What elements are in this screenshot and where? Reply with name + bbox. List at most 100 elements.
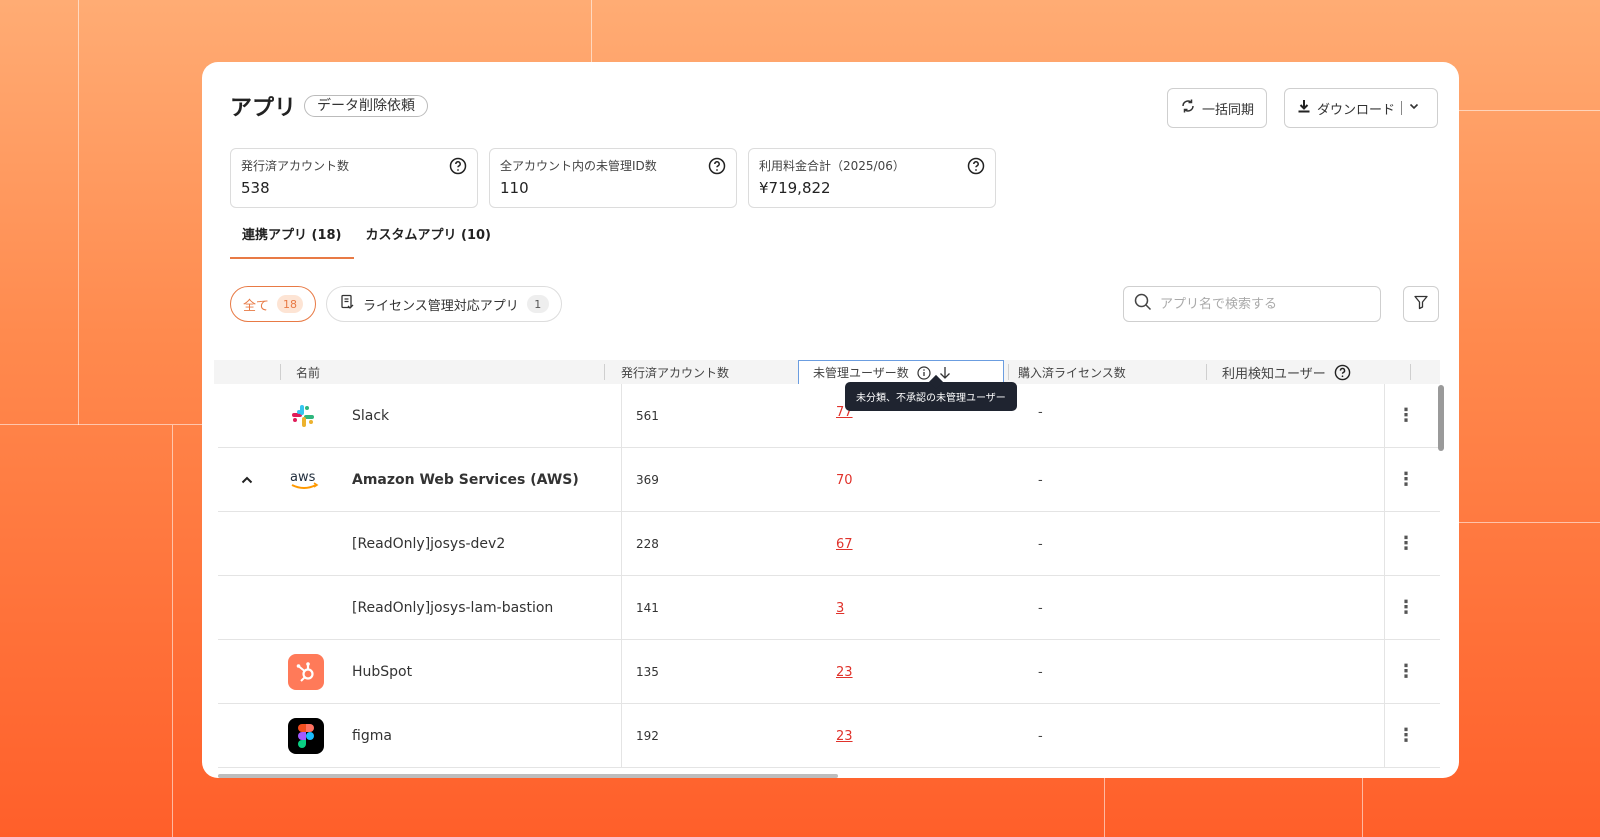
more-options-icon[interactable]: ⋮ xyxy=(1397,384,1415,448)
chip-label: 全て xyxy=(243,298,270,314)
search-input[interactable] xyxy=(1160,296,1360,312)
figma-icon xyxy=(288,704,324,768)
help-icon[interactable] xyxy=(449,157,467,179)
chip-count: 1 xyxy=(526,295,549,313)
issued-count: 141 xyxy=(636,601,659,615)
bg-line xyxy=(1362,778,1363,837)
slack-icon xyxy=(288,384,318,448)
help-icon[interactable] xyxy=(967,157,985,179)
filter-chip-all[interactable]: 全て 18 xyxy=(230,286,317,322)
table-row[interactable]: HubSpot 135 23 - ⋮ xyxy=(218,640,1440,704)
filter-chip-license[interactable]: ライセンス管理対応アプリ 1 xyxy=(326,286,562,322)
more-options-icon[interactable]: ⋮ xyxy=(1397,448,1415,512)
column-divider xyxy=(621,448,622,511)
more-options-icon[interactable]: ⋮ xyxy=(1397,576,1415,640)
download-button[interactable]: ダウンロード xyxy=(1284,88,1438,128)
column-divider xyxy=(1410,364,1411,380)
horizontal-scrollbar[interactable] xyxy=(218,774,838,778)
bulk-sync-button[interactable]: 一括同期 xyxy=(1167,88,1268,128)
filter-button[interactable] xyxy=(1403,286,1439,322)
tab-bar: 連携アプリ (18) カスタムアプリ (10) xyxy=(230,214,503,259)
table-row[interactable]: Slack 561 77 - ⋮ xyxy=(218,384,1440,448)
column-header-detected[interactable]: 利用検知ユーザー xyxy=(1222,360,1351,384)
column-divider xyxy=(280,364,281,380)
app-name[interactable]: Amazon Web Services (AWS) xyxy=(352,448,579,512)
tab-custom-apps[interactable]: カスタムアプリ (10) xyxy=(354,214,504,259)
more-options-icon[interactable]: ⋮ xyxy=(1397,704,1415,768)
purchased-count: - xyxy=(1038,404,1043,420)
table-row[interactable]: figma 192 23 - ⋮ xyxy=(218,704,1440,768)
unmanaged-count: 70 xyxy=(836,472,853,488)
bg-line xyxy=(1459,110,1600,111)
sync-icon xyxy=(1180,98,1196,118)
stat-value: 110 xyxy=(500,179,529,197)
tooltip: 未分類、不承認の未管理ユーザー xyxy=(845,382,1017,411)
bulk-sync-label: 一括同期 xyxy=(1202,102,1255,118)
bg-line xyxy=(1459,522,1600,523)
help-icon[interactable] xyxy=(1334,364,1351,381)
table-row[interactable]: [ReadOnly]josys-lam-bastion 141 3 - ⋮ xyxy=(218,576,1440,640)
column-header-name[interactable]: 名前 xyxy=(296,360,320,384)
table-row[interactable]: aws Amazon Web Services (AWS) 369 70 - ⋮ xyxy=(218,448,1440,512)
chip-count: 18 xyxy=(277,295,304,313)
issued-count: 135 xyxy=(636,665,659,679)
chevron-down-icon[interactable] xyxy=(1408,100,1420,116)
issued-count: 192 xyxy=(636,729,659,743)
column-divider xyxy=(621,704,622,767)
info-icon[interactable] xyxy=(917,365,931,380)
svg-text:aws: aws xyxy=(290,470,316,485)
column-header-unmanaged[interactable]: 未管理ユーザー数 xyxy=(798,360,1004,384)
unmanaged-count-link[interactable]: 23 xyxy=(836,704,853,768)
unmanaged-count-link[interactable]: 3 xyxy=(836,576,844,640)
stats-row: 発行済アカウント数 538 全アカウント内の未管理ID数 110 利用料金合計（… xyxy=(230,148,996,208)
title-row: アプリ データ削除依頼 xyxy=(230,90,429,122)
more-options-icon[interactable]: ⋮ xyxy=(1397,640,1415,704)
app-name[interactable]: Slack xyxy=(352,384,389,448)
column-divider xyxy=(604,364,605,380)
chevron-up-icon[interactable] xyxy=(240,448,254,512)
app-name[interactable]: [ReadOnly]josys-dev2 xyxy=(352,512,505,576)
app-name[interactable]: HubSpot xyxy=(352,640,412,704)
column-divider xyxy=(1008,364,1009,380)
help-icon[interactable] xyxy=(708,157,726,179)
column-divider xyxy=(1206,364,1207,380)
tab-linked-apps[interactable]: 連携アプリ (18) xyxy=(230,214,354,259)
purchased-count: - xyxy=(1038,664,1043,680)
delete-request-button[interactable]: データ削除依頼 xyxy=(304,95,429,117)
hubspot-icon xyxy=(288,640,324,704)
column-header-purchased[interactable]: 購入済ライセンス数 xyxy=(1018,360,1126,384)
purchased-count: - xyxy=(1038,728,1043,744)
column-divider xyxy=(1384,512,1385,575)
more-options-icon[interactable]: ⋮ xyxy=(1397,512,1415,576)
purchased-count: - xyxy=(1038,600,1043,616)
column-divider xyxy=(1384,704,1385,767)
divider xyxy=(1401,101,1403,115)
column-divider xyxy=(621,640,622,703)
stat-value: 538 xyxy=(241,179,270,197)
vertical-scrollbar[interactable] xyxy=(1438,385,1444,451)
purchased-count: - xyxy=(1038,536,1043,552)
issued-count: 369 xyxy=(636,473,659,487)
bg-line xyxy=(172,425,173,837)
unmanaged-count-link[interactable]: 23 xyxy=(836,640,853,704)
download-icon xyxy=(1297,99,1311,117)
stat-label: 全アカウント内の未管理ID数 xyxy=(500,159,657,173)
column-divider xyxy=(621,512,622,575)
column-header-detected-label: 利用検知ユーザー xyxy=(1222,366,1326,382)
column-divider xyxy=(621,384,622,447)
stat-label: 発行済アカウント数 xyxy=(241,159,350,173)
unmanaged-count-link[interactable]: 67 xyxy=(836,512,853,576)
table-row[interactable]: [ReadOnly]josys-dev2 228 67 - ⋮ xyxy=(218,512,1440,576)
app-name[interactable]: figma xyxy=(352,704,392,768)
table-body: Slack 561 77 - ⋮ aws Amazon Web Services… xyxy=(218,384,1440,768)
column-divider xyxy=(621,576,622,639)
bg-line xyxy=(591,0,592,62)
stat-value: ¥719,822 xyxy=(759,179,831,197)
stat-card-unmanaged: 全アカウント内の未管理ID数 110 xyxy=(489,148,737,208)
document-icon xyxy=(339,294,355,314)
column-divider xyxy=(1384,576,1385,639)
aws-icon: aws xyxy=(288,448,322,512)
sort-down-icon[interactable] xyxy=(939,366,951,380)
app-name[interactable]: [ReadOnly]josys-lam-bastion xyxy=(352,576,553,640)
column-header-issued[interactable]: 発行済アカウント数 xyxy=(621,360,729,384)
